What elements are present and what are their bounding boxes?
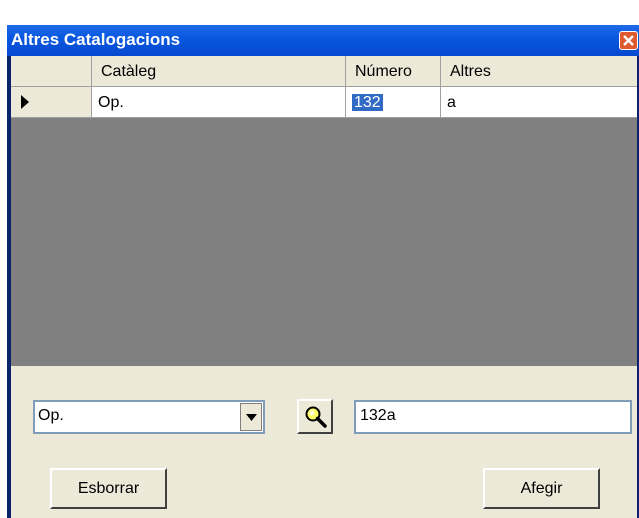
cell-altres[interactable]: a <box>441 87 637 118</box>
cell-numero[interactable]: 132 <box>346 87 441 118</box>
dropdown-button[interactable] <box>240 403 262 431</box>
triangle-right-icon <box>21 95 29 109</box>
header-cataleg[interactable]: Catàleg <box>92 56 346 87</box>
grid-header: Catàleg Número Altres <box>11 56 637 87</box>
row-indicator[interactable] <box>11 87 92 118</box>
number-input[interactable]: 132a <box>354 400 632 434</box>
header-indicator <box>11 56 92 87</box>
catalog-grid[interactable]: Catàleg Número Altres Op. 132 a <box>11 56 637 366</box>
catalog-select-value: Op. <box>38 407 64 424</box>
magnifier-icon <box>305 406 327 428</box>
selected-text: 132 <box>352 94 383 111</box>
close-icon <box>623 35 634 46</box>
chevron-down-icon <box>246 414 257 421</box>
delete-button[interactable]: Esborrar <box>50 468 167 509</box>
catalog-select[interactable]: Op. <box>33 400 265 434</box>
table-row[interactable]: Op. 132 a <box>92 87 637 118</box>
title-bar[interactable]: Altres Catalogacions <box>7 25 639 56</box>
close-button[interactable] <box>619 31 638 50</box>
cell-cataleg[interactable]: Op. <box>92 87 346 118</box>
search-button[interactable] <box>297 399 333 434</box>
header-altres[interactable]: Altres <box>441 56 637 87</box>
dialog-window: Altres Catalogacions Catàleg Número Altr… <box>7 25 639 518</box>
header-numero[interactable]: Número <box>346 56 441 87</box>
dialog-client-area: Catàleg Número Altres Op. 132 a Op. 132a… <box>11 56 637 518</box>
add-button[interactable]: Afegir <box>483 468 600 509</box>
window-title: Altres Catalogacions <box>11 30 181 49</box>
